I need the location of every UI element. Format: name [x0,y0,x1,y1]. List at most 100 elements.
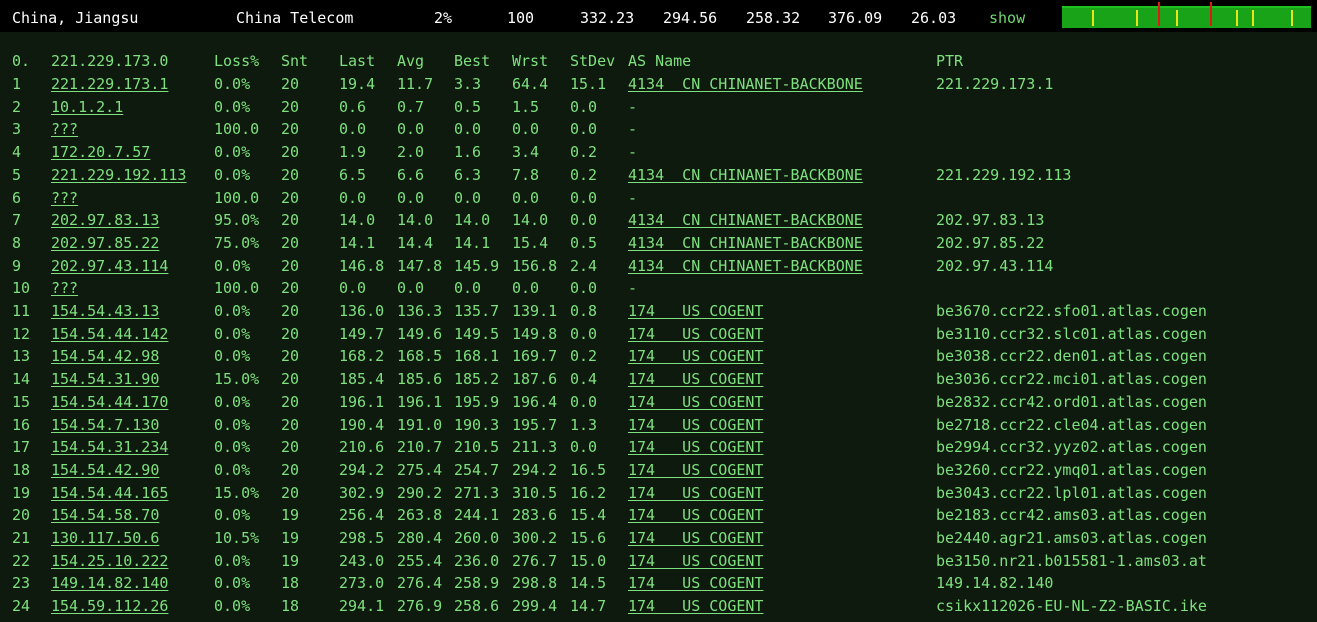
table-row: 1 221.229.173.1 0.0% 20 19.4 11.7 3.3 64.4 15.1 4… [0,73,1317,95]
hop-stdev: 0.0 [570,120,598,139]
hop-host-link[interactable]: 154.54.43.13 [51,300,159,322]
hop-host-link[interactable]: 130.117.50.6 [51,527,159,549]
table-row: 22 154.25.10.222 0.0% 19 243.0 255.4 236.0 276.… [0,550,1317,572]
hop-as-link[interactable]: 174 US COGENT [628,368,763,390]
hop-as-link[interactable]: 174 US COGENT [628,527,763,549]
hop-host-link[interactable]: 154.54.44.142 [51,323,168,345]
hop-as-link[interactable]: 174 US COGENT [628,436,763,458]
hop-loss: 0.0% [214,551,251,570]
show-link[interactable]: show [989,9,1025,27]
hop-loss: 100.0 [214,279,260,298]
hop-number: 9 [12,256,22,275]
hop-host-link[interactable]: 172.20.7.57 [51,141,150,163]
hop-worst: 299.4 [512,597,558,616]
hop-host-link[interactable]: 149.14.82.140 [51,572,168,594]
hop-host-link[interactable]: 202.97.83.13 [51,209,159,231]
hop-worst: 139.1 [512,302,558,320]
hop-avg: 290.2 [397,483,443,502]
hop-last: 273.0 [339,574,385,593]
hop-host-link[interactable]: 154.54.58.70 [51,504,159,526]
hop-last: 0.0 [339,188,367,207]
hop-best: 14.1 [454,233,491,252]
hop-last: 196.1 [339,392,385,411]
header-loss: Loss% [214,52,260,70]
hop-as-link[interactable]: 4134 CN CHINANET-BACKBONE [628,255,863,277]
hop-number: 18 [12,460,31,479]
hop-avg: 275.4 [397,460,443,479]
hop-number: 16 [12,415,31,434]
hop-ptr: 221.229.192.113 [936,165,1072,184]
hop-best: 195.9 [454,392,500,411]
hop-host-link[interactable]: 154.59.112.26 [51,595,168,617]
hop-host-link[interactable]: 221.229.173.1 [51,73,168,95]
hop-host-link[interactable]: ??? [51,187,78,209]
hop-as-link[interactable]: 174 US COGENT [628,459,763,481]
hop-ptr: 202.97.83.13 [936,211,1045,230]
table-row: 2 10.1.2.1 0.0% 20 0.6 0.7 0.5 1.5 0.0 - [0,96,1317,118]
hop-sent: 19 [281,529,300,547]
hop-avg: 147.8 [397,256,443,275]
hop-stdev: 0.0 [570,438,598,457]
table-row: 7 202.97.83.13 95.0% 20 14.0 14.0 14.0 14.0 0.0 4… [0,209,1317,231]
header-best: Best [454,52,491,70]
hop-stdev: 14.7 [570,597,607,616]
hop-as-link[interactable]: 174 US COGENT [628,572,763,594]
hop-avg: 276.9 [397,597,443,616]
hop-sent: 20 [281,324,300,343]
hop-as-link[interactable]: 174 US COGENT [628,323,763,345]
hop-number: 5 [12,165,22,184]
table-row: 3??? 100.0 20 0.0 0.0 0.0 0.0 0.0 - [0,118,1317,140]
hop-host-link[interactable]: 202.97.85.22 [51,232,159,254]
hop-avg: 280.4 [397,529,443,547]
hop-host-link[interactable]: ??? [51,277,78,299]
hop-as-link[interactable]: 4134 CN CHINANET-BACKBONE [628,164,863,186]
hop-as-link[interactable]: 174 US COGENT [628,595,763,617]
table-row: 10??? 100.0 20 0.0 0.0 0.0 0.0 0.0 - [0,277,1317,299]
hop-as-link[interactable]: 4134 CN CHINANET-BACKBONE [628,209,863,231]
hop-as-link[interactable]: 174 US COGENT [628,550,763,572]
hop-loss: 0.0% [214,165,251,184]
hop-host-link[interactable]: 154.54.44.170 [51,391,168,413]
hop-host-link[interactable]: 154.25.10.222 [51,550,168,572]
hop-sent: 20 [281,97,300,116]
hop-worst: 0.0 [512,120,540,139]
hop-loss: 100.0 [214,120,260,139]
hop-host-link[interactable]: 154.54.42.90 [51,459,159,481]
hop-last: 0.0 [339,120,367,139]
hop-as-link[interactable]: 174 US COGENT [628,482,763,504]
hop-as-link[interactable]: 174 US COGENT [628,391,763,413]
hop-stdev: 1.3 [570,415,598,434]
hop-host-link[interactable]: 154.54.31.234 [51,436,168,458]
hop-as-link[interactable]: 4134 CN CHINANET-BACKBONE [628,73,863,95]
summary-loss: 2% [434,9,453,27]
hop-as-link[interactable]: 174 US COGENT [628,300,763,322]
hop-sent: 20 [281,392,300,411]
hop-worst: 196.4 [512,392,558,411]
hop-worst: 149.8 [512,324,558,343]
hop-stdev: 0.0 [570,97,598,116]
hop-as-link[interactable]: 174 US COGENT [628,504,763,526]
hop-best: 185.2 [454,370,500,389]
hop-host-link[interactable]: 154.54.31.90 [51,368,159,390]
hop-as-link[interactable]: 4134 CN CHINANET-BACKBONE [628,232,863,254]
hop-worst: 15.4 [512,233,549,252]
hop-host-link[interactable]: 221.229.192.113 [51,164,186,186]
hop-best: 258.9 [454,574,500,593]
hop-best: 210.5 [454,438,500,457]
hop-host-link[interactable]: 154.54.7.130 [51,414,159,436]
hop-avg: 11.7 [397,75,434,93]
hop-loss: 0.0% [214,506,251,525]
hop-loss: 0.0% [214,324,251,343]
hop-host-link[interactable]: ??? [51,118,78,140]
hop-sent: 20 [281,415,300,434]
hop-host-link[interactable]: 154.54.44.165 [51,482,168,504]
hop-host-link[interactable]: 154.54.42.98 [51,345,159,367]
hop-last: 14.0 [339,211,376,230]
hop-loss: 0.0% [214,75,251,93]
hop-as-link[interactable]: 174 US COGENT [628,345,763,367]
hop-host-link[interactable]: 202.97.43.114 [51,255,168,277]
hop-host-link[interactable]: 10.1.2.1 [51,96,123,118]
hop-loss: 0.0% [214,597,251,616]
hop-sent: 20 [281,165,300,184]
hop-as-link[interactable]: 174 US COGENT [628,414,763,436]
